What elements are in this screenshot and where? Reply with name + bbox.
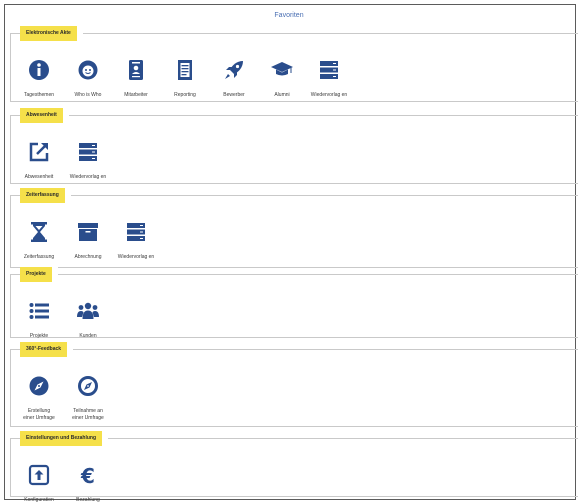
tile-teilnahme-umfrage[interactable]: Teilnahme an einer Umfrage (58, 374, 118, 422)
page-title: Favoriten (274, 12, 304, 19)
info-icon (27, 58, 51, 82)
tile-kunden[interactable]: Kunden (58, 299, 118, 340)
section-title: Einstellungen und Bezahlung (20, 431, 108, 446)
section-title: 360°-Feedback (20, 342, 74, 357)
server-stack-icon (317, 58, 341, 82)
section-title: Elektronische Akte (20, 26, 83, 41)
section-title: Zeiterfassung (20, 188, 71, 203)
svg-text:€: € (80, 464, 95, 487)
hourglass-icon (27, 220, 51, 244)
section-projekte: Projekte Projekte Kunden (10, 267, 578, 340)
document-icon (173, 58, 197, 82)
section-einstellungen-bezahlung: Einstellungen und Bezahlung Konfiguratio… (10, 431, 578, 503)
archive-box-icon (76, 220, 100, 244)
tile-label: Teilnahme an einer Umfrage (72, 408, 104, 421)
section-title: Abwesenheit (20, 108, 69, 123)
section-title: Projekte (20, 267, 58, 282)
section-abwesenheit: Abwesenheit Abwesenheit Wiedervorlag en (10, 108, 578, 184)
users-icon (76, 299, 100, 323)
tile-wiedervorlagen[interactable]: Wiedervorlag en (299, 58, 359, 99)
section-360-feedback: 360°-Feedback Erstellung einer Umfrage T… (10, 342, 578, 427)
tile-label: Wiedervorlag en (69, 174, 107, 180)
euro-icon: € (76, 463, 100, 487)
section-elektronische-akte: Elektronische Akte Tagesthemen Who is Wh… (10, 26, 578, 102)
external-link-icon (27, 140, 51, 164)
tile-wiedervorlagen[interactable]: Wiedervorlag en (58, 140, 118, 181)
tile-label: Kunden (79, 333, 97, 339)
tile-label: Wiedervorlag en (310, 92, 348, 98)
server-stack-icon (76, 140, 100, 164)
smiley-icon (76, 58, 100, 82)
tile-label: Erstellung einer Umfrage (23, 408, 55, 421)
tile-label: Bezahlung (76, 497, 100, 503)
compass-outline-icon (76, 374, 100, 398)
tile-label: Wiedervorlag en (117, 254, 155, 260)
list-icon (27, 299, 51, 323)
id-badge-icon (124, 58, 148, 82)
tile-bezahlung[interactable]: € Bezahlung (58, 463, 118, 504)
upload-box-icon (27, 463, 51, 487)
compass-icon (27, 374, 51, 398)
tile-wiedervorlagen[interactable]: Wiedervorlag en (106, 220, 166, 261)
rocket-icon (222, 58, 246, 82)
server-stack-icon (124, 220, 148, 244)
section-zeiterfassung: Zeiterfassung Zeiterfassung Abrechnung W… (10, 188, 578, 268)
graduation-cap-icon (270, 58, 294, 82)
